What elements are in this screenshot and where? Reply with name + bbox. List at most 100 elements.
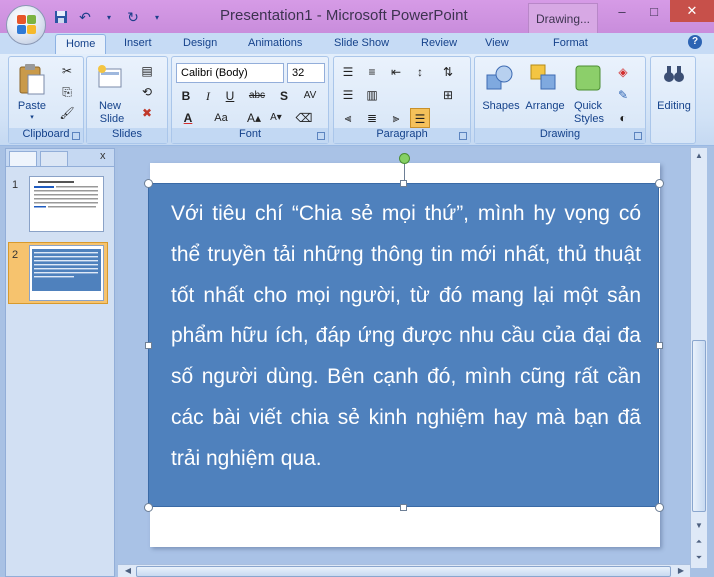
character-spacing-button[interactable]: AV <box>296 86 324 106</box>
decrease-indent-icon[interactable]: ⇤ <box>386 62 406 82</box>
scroll-up-icon[interactable]: ▲ <box>691 148 707 164</box>
strikethrough-button[interactable]: abc <box>244 86 270 106</box>
save-icon[interactable] <box>52 8 70 26</box>
font-family-select[interactable]: Calibri (Body) <box>176 63 284 83</box>
numbering-icon[interactable]: ≡ <box>362 62 382 82</box>
resize-handle-top-right[interactable] <box>655 179 664 188</box>
resize-handle-top-left[interactable] <box>144 179 153 188</box>
align-left-icon[interactable]: ⫷ <box>338 108 358 128</box>
justify-icon[interactable]: ☰ <box>410 108 430 128</box>
help-icon[interactable]: ? <box>688 35 702 49</box>
grow-font-icon[interactable]: A▴ <box>244 108 264 128</box>
format-painter-icon[interactable]: 🖌 <box>57 103 77 123</box>
vertical-scroll-thumb[interactable] <box>692 340 706 512</box>
resize-handle-left[interactable] <box>145 342 152 349</box>
delete-slide-icon[interactable]: ✖ <box>137 103 157 123</box>
quick-styles-label-2[interactable]: Styles <box>569 113 609 125</box>
new-slide-button[interactable]: New <box>93 100 127 112</box>
font-launcher-icon[interactable] <box>317 132 325 140</box>
arrange-button[interactable]: Arrange <box>523 100 567 112</box>
bullets-icon[interactable]: ☰ <box>338 62 358 82</box>
reset-icon[interactable]: ⟲ <box>137 82 157 102</box>
maximize-button[interactable]: □ <box>638 0 670 22</box>
previous-slide-icon[interactable]: ⏶ <box>691 534 707 550</box>
align-center-icon[interactable]: ≣ <box>362 108 382 128</box>
tab-animations[interactable]: Animations <box>248 37 302 49</box>
new-slide-label-2[interactable]: Slide <box>93 113 131 125</box>
minimize-button[interactable]: – <box>606 0 638 22</box>
new-slide-icon[interactable] <box>95 63 125 93</box>
binoculars-icon[interactable] <box>663 63 685 85</box>
slide-thumbnail-2[interactable] <box>29 245 104 301</box>
resize-handle-right[interactable] <box>656 342 663 349</box>
tab-review[interactable]: Review <box>421 37 457 49</box>
scroll-left-icon[interactable]: ◀ <box>120 563 136 577</box>
undo-dropdown-icon[interactable]: ▾ <box>100 8 118 26</box>
close-button[interactable]: ✕ <box>670 0 714 22</box>
line-spacing-icon[interactable]: ↕ <box>410 62 430 82</box>
italic-button[interactable]: I <box>198 86 218 106</box>
clipboard-launcher-icon[interactable] <box>72 132 80 140</box>
tab-view[interactable]: View <box>485 37 509 49</box>
font-group: Calibri (Body) 32 B I U abc S AV A Aa A▴… <box>171 56 329 144</box>
slides-tab[interactable] <box>9 151 37 166</box>
cut-icon[interactable]: ✂ <box>57 61 77 81</box>
scroll-down-icon[interactable]: ▼ <box>691 518 707 534</box>
bold-button[interactable]: B <box>176 86 196 106</box>
paste-button[interactable]: Paste <box>15 100 49 112</box>
shapes-button[interactable]: Shapes <box>479 100 523 112</box>
text-box[interactable]: Với tiêu chí “Chia sẻ mọi thứ”, mình hy … <box>148 183 659 507</box>
quick-styles-button[interactable]: Quick <box>569 100 607 112</box>
font-color-icon[interactable]: A <box>178 108 198 128</box>
layout-icon[interactable]: ▤ <box>137 61 157 81</box>
resize-handle-bottom[interactable] <box>400 504 407 511</box>
arrange-icon[interactable] <box>529 63 559 93</box>
resize-handle-bottom-right[interactable] <box>655 503 664 512</box>
align-text-icon[interactable]: ☰ <box>338 85 358 105</box>
change-case-button[interactable]: Aa <box>208 108 234 128</box>
tab-insert[interactable]: Insert <box>124 37 152 49</box>
drawing-launcher-icon[interactable] <box>634 132 642 140</box>
convert-smartart-icon[interactable]: ⊞ <box>438 85 458 105</box>
editing-button[interactable]: Editing <box>651 100 697 112</box>
shape-fill-icon[interactable]: ◈ <box>613 62 633 82</box>
tab-slide-show[interactable]: Slide Show <box>334 37 389 49</box>
paragraph-launcher-icon[interactable] <box>459 132 467 140</box>
font-size-select[interactable]: 32 <box>287 63 325 83</box>
horizontal-scrollbar[interactable]: ◀ ▶ <box>118 564 690 577</box>
columns-icon[interactable]: ▥ <box>362 85 382 105</box>
align-right-icon[interactable]: ⫸ <box>386 108 406 128</box>
rotation-handle[interactable] <box>399 153 410 164</box>
shapes-icon[interactable] <box>485 63 515 93</box>
tab-home[interactable]: Home <box>55 34 107 54</box>
tab-format[interactable]: Format <box>553 37 588 49</box>
resize-handle-bottom-left[interactable] <box>144 503 153 512</box>
shrink-font-icon[interactable]: A▾ <box>266 108 286 128</box>
scroll-right-icon[interactable]: ▶ <box>673 563 689 577</box>
outline-tab[interactable] <box>40 151 68 166</box>
slide-body-text[interactable]: Với tiêu chí “Chia sẻ mọi thứ”, mình hy … <box>171 194 641 480</box>
quick-styles-icon[interactable] <box>573 63 603 93</box>
paste-dropdown-icon[interactable]: ▾ <box>26 112 38 124</box>
copy-icon[interactable]: ⎘ <box>57 82 77 102</box>
redo-icon[interactable]: ↻ <box>124 8 142 26</box>
vertical-scrollbar[interactable]: ▲ ▼ ⏶ ⏷ <box>690 148 707 568</box>
next-slide-icon[interactable]: ⏷ <box>691 550 707 566</box>
shape-effects-icon[interactable]: ◐ <box>613 108 633 128</box>
undo-icon[interactable]: ↶ <box>76 8 94 26</box>
paste-icon[interactable] <box>17 63 47 97</box>
clear-formatting-icon[interactable]: ⌫ <box>294 108 314 128</box>
resize-handle-top[interactable] <box>400 180 407 187</box>
shape-outline-icon[interactable]: ✎ <box>613 85 633 105</box>
customize-qat-icon[interactable]: ▾ <box>148 8 166 26</box>
underline-button[interactable]: U <box>220 86 240 106</box>
drawing-tools-context-tab: Drawing... <box>528 3 598 33</box>
panel-close-button[interactable]: x <box>100 150 106 162</box>
slide-thumbnail-1[interactable] <box>29 176 104 232</box>
text-direction-icon[interactable]: ⇅ <box>438 62 458 82</box>
tab-design[interactable]: Design <box>183 37 217 49</box>
drawing-group-label: Drawing <box>475 128 645 143</box>
horizontal-scroll-thumb[interactable] <box>136 566 671 577</box>
shadow-button[interactable]: S <box>274 86 294 106</box>
office-button[interactable] <box>6 5 46 45</box>
